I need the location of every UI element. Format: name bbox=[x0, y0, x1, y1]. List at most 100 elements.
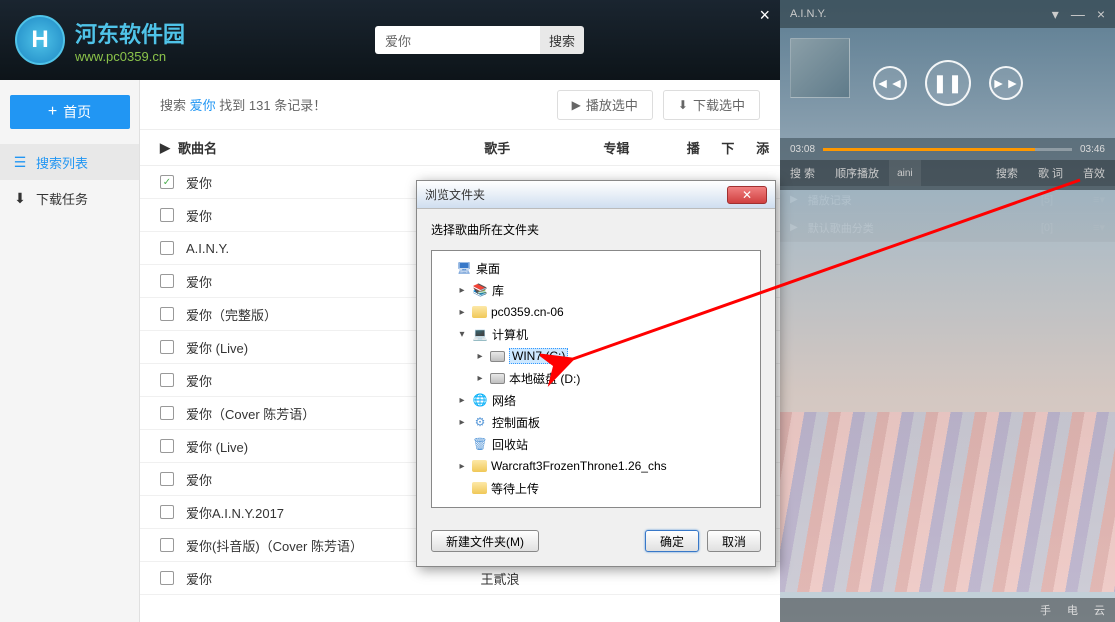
checkbox[interactable] bbox=[160, 340, 174, 354]
progress-bar[interactable] bbox=[823, 148, 1072, 151]
sidebar-item-download-tasks[interactable]: ⬇ 下载任务 bbox=[0, 180, 139, 216]
col-artist: 歌手 bbox=[438, 138, 557, 157]
checkbox[interactable] bbox=[160, 571, 174, 585]
song-name: 爱你(抖音版)（Cover 陈芳语） bbox=[186, 536, 363, 555]
tree-item[interactable]: ▸等待上传 bbox=[436, 477, 756, 499]
logo-url: www.pc0359.cn bbox=[75, 49, 185, 64]
checkbox[interactable] bbox=[160, 208, 174, 222]
tree-arrow-icon[interactable]: ▾ bbox=[456, 329, 468, 340]
prev-button[interactable]: ◄◄ bbox=[873, 66, 907, 100]
checkbox[interactable] bbox=[160, 274, 174, 288]
tree-item[interactable]: ▸ ⚙控制面板 bbox=[436, 411, 756, 433]
tree-item[interactable]: ▸📚库 bbox=[436, 279, 756, 301]
tree-arrow-icon[interactable]: ▸ bbox=[474, 351, 486, 362]
table-header: ▶ 歌曲名 歌手 专辑 播 下 添 bbox=[140, 130, 780, 166]
checkbox[interactable] bbox=[160, 175, 174, 189]
tree-item[interactable]: ▸ Warcraft3FrozenThrone1.26_chs bbox=[436, 455, 756, 477]
tree-item[interactable]: ▸🗑回收站 bbox=[436, 433, 756, 455]
new-folder-button[interactable]: 新建文件夹(M) bbox=[431, 530, 539, 552]
tree-item[interactable]: ▾💻计算机 bbox=[436, 323, 756, 345]
logo-area: H 河东软件园 www.pc0359.cn bbox=[15, 15, 185, 65]
search-button[interactable]: 搜索 bbox=[540, 26, 584, 54]
col-add: 添 bbox=[745, 138, 780, 157]
pin-icon[interactable]: ▾ bbox=[1052, 6, 1059, 23]
search-input[interactable] bbox=[375, 26, 540, 54]
song-name: 爱你 bbox=[186, 569, 212, 588]
search-area: 搜索 bbox=[375, 26, 584, 54]
home-button[interactable]: + 首页 bbox=[10, 95, 130, 129]
tree-label: 计算机 bbox=[492, 326, 528, 343]
tree-label: 控制面板 bbox=[492, 414, 540, 431]
tab-order[interactable]: 顺序播放 bbox=[825, 160, 889, 186]
checkbox[interactable] bbox=[160, 439, 174, 453]
player-header: A.I.N.Y. ▾ — × bbox=[780, 0, 1115, 28]
footer-cloud[interactable]: 云 bbox=[1094, 602, 1105, 618]
time-total: 03:46 bbox=[1080, 144, 1105, 155]
tree-label: 回收站 bbox=[492, 436, 528, 453]
checkbox[interactable] bbox=[160, 505, 174, 519]
play-selected-button[interactable]: ▶ 播放选中 bbox=[557, 90, 653, 120]
tree-label: 库 bbox=[492, 282, 504, 299]
dialog-message: 选择歌曲所在文件夹 bbox=[431, 221, 761, 238]
tab-current[interactable]: aini bbox=[889, 160, 921, 186]
tree-item[interactable]: ▸ 本地磁盘 (D:) bbox=[436, 367, 756, 389]
song-name: 爱你 bbox=[186, 371, 212, 390]
logo-icon: H bbox=[15, 15, 65, 65]
next-button[interactable]: ►► bbox=[989, 66, 1023, 100]
plus-icon: + bbox=[48, 103, 57, 121]
tree-arrow-icon[interactable]: ▸ bbox=[456, 395, 468, 406]
footer-hand[interactable]: 手 bbox=[1040, 602, 1051, 618]
tree-arrow-icon[interactable]: ▸ bbox=[456, 461, 468, 472]
tree-arrow-icon[interactable]: ▸ bbox=[474, 373, 486, 384]
dialog-close-button[interactable]: ✕ bbox=[727, 186, 767, 204]
close-icon[interactable]: × bbox=[1097, 6, 1105, 23]
tree-item[interactable]: ▸WIN7 (C:) bbox=[436, 345, 756, 367]
tab-lyrics[interactable]: 歌 词 bbox=[1028, 160, 1073, 186]
song-name: 爱你 bbox=[186, 173, 212, 192]
minimize-icon[interactable]: — bbox=[1071, 6, 1085, 23]
tree-item[interactable]: ▸🖥桌面 bbox=[436, 257, 756, 279]
tab-search[interactable]: 搜 索 bbox=[780, 160, 825, 186]
dialog-titlebar[interactable]: 浏览文件夹 ✕ bbox=[417, 181, 775, 209]
song-name: 爱你A.I.N.Y.2017 bbox=[186, 503, 284, 522]
folder-icon bbox=[472, 482, 487, 494]
tree-label: Warcraft3FrozenThrone1.26_chs bbox=[491, 459, 667, 473]
app-header: H 河东软件园 www.pc0359.cn 搜索 × bbox=[0, 0, 780, 80]
checkbox[interactable] bbox=[160, 406, 174, 420]
col-name: 歌曲名 bbox=[178, 138, 217, 157]
tab-search2[interactable]: 搜索 bbox=[986, 160, 1028, 186]
footer-power[interactable]: 电 bbox=[1067, 602, 1078, 618]
tab-effects[interactable]: 音效 bbox=[1073, 160, 1115, 186]
checkbox[interactable] bbox=[160, 241, 174, 255]
browse-folder-dialog: 浏览文件夹 ✕ 选择歌曲所在文件夹 ▸🖥桌面▸📚库▸pc0359.cn-06▾💻… bbox=[416, 180, 776, 567]
song-name: A.I.N.Y. bbox=[186, 241, 229, 256]
tree-label: pc0359.cn-06 bbox=[491, 305, 564, 319]
close-icon[interactable]: × bbox=[759, 5, 770, 26]
col-play: 播 bbox=[676, 138, 711, 157]
desktop-icon: 🖥 bbox=[456, 260, 472, 276]
tree-item[interactable]: ▸🌐网络 bbox=[436, 389, 756, 411]
checkbox[interactable] bbox=[160, 538, 174, 552]
tree-label: 本地磁盘 (D:) bbox=[509, 370, 580, 387]
tree-arrow-icon[interactable]: ▸ bbox=[456, 417, 468, 428]
player-background-stripes bbox=[780, 412, 1115, 592]
tree-label: 桌面 bbox=[476, 260, 500, 277]
checkbox[interactable] bbox=[160, 307, 174, 321]
cancel-button[interactable]: 取消 bbox=[707, 530, 761, 552]
ok-button[interactable]: 确定 bbox=[645, 530, 699, 552]
tree-arrow-icon[interactable]: ▸ bbox=[456, 285, 468, 296]
sidebar-item-label: 搜索列表 bbox=[36, 153, 88, 172]
checkbox[interactable] bbox=[160, 373, 174, 387]
sidebar-item-label: 下载任务 bbox=[36, 189, 88, 208]
tree-label: 等待上传 bbox=[491, 480, 539, 497]
control-icon: ⚙ bbox=[472, 414, 488, 430]
drive-icon bbox=[490, 351, 505, 362]
play-pause-button[interactable]: ❚❚ bbox=[925, 60, 971, 106]
checkbox[interactable] bbox=[160, 472, 174, 486]
sidebar-item-search-list[interactable]: ☰ 搜索列表 bbox=[0, 144, 139, 180]
folder-tree[interactable]: ▸🖥桌面▸📚库▸pc0359.cn-06▾💻计算机▸WIN7 (C:)▸本地磁盘… bbox=[431, 250, 761, 508]
download-selected-button[interactable]: ⬇ 下载选中 bbox=[663, 90, 760, 120]
drive-icon bbox=[490, 373, 505, 384]
tree-arrow-icon[interactable]: ▸ bbox=[456, 307, 468, 318]
tree-item[interactable]: ▸ pc0359.cn-06 bbox=[436, 301, 756, 323]
